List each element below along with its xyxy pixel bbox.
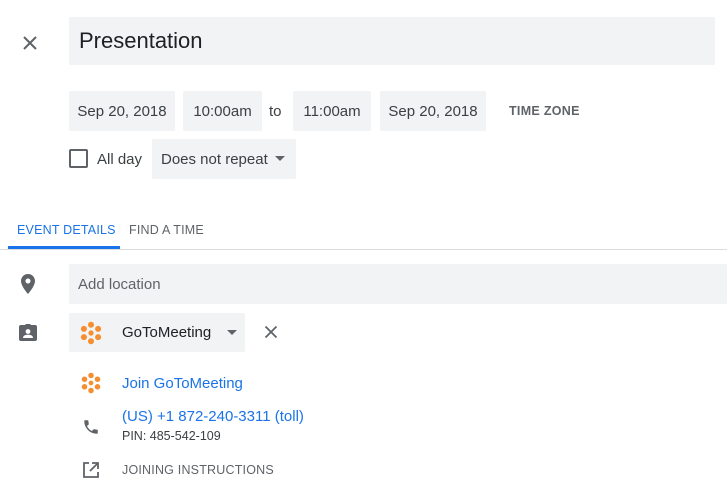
end-time-text: 11:00am xyxy=(303,102,361,120)
close-icon xyxy=(23,36,37,50)
location-input[interactable]: Add location xyxy=(69,264,727,304)
tab-event-details[interactable]: EVENT DETAILS xyxy=(17,212,116,248)
pin-text: PIN: 485-542-109 xyxy=(122,429,221,443)
close-button[interactable] xyxy=(14,27,46,59)
tab-find-a-time[interactable]: FIND A TIME xyxy=(129,212,204,248)
close-icon xyxy=(264,325,278,339)
dropdown-caret-icon xyxy=(227,330,237,335)
event-title-input[interactable]: Presentation xyxy=(69,17,715,65)
contact-card-icon xyxy=(18,323,38,343)
all-day-checkbox[interactable] xyxy=(69,149,88,168)
joining-instructions-button[interactable]: JOINING INSTRUCTIONS xyxy=(122,460,274,480)
time-zone-button[interactable]: TIME ZONE xyxy=(502,91,587,131)
gotomeeting-logo-icon xyxy=(80,372,102,394)
dial-in-phone-link[interactable]: (US) +1 872-240-3311 (toll) xyxy=(122,407,304,427)
remove-conference-button[interactable] xyxy=(259,320,283,344)
all-day-label: All day xyxy=(97,150,143,168)
start-time-button[interactable]: 10:00am xyxy=(183,91,262,131)
start-date-text: Sep 20, 2018 xyxy=(77,102,167,120)
join-meeting-link[interactable]: Join GoToMeeting xyxy=(122,372,243,394)
tab-divider xyxy=(0,249,727,250)
location-pin-icon xyxy=(18,274,38,294)
gotomeeting-logo-icon xyxy=(80,321,102,344)
open-in-new-icon xyxy=(81,460,101,480)
end-time-button[interactable]: 11:00am xyxy=(293,91,371,131)
conference-select[interactable]: GoToMeeting xyxy=(69,313,245,352)
repeat-value: Does not repeat xyxy=(161,150,268,168)
start-date-button[interactable]: Sep 20, 2018 xyxy=(69,91,175,131)
to-label: to xyxy=(269,102,282,120)
phone-icon xyxy=(81,417,101,437)
dropdown-caret-icon xyxy=(275,156,285,161)
location-placeholder: Add location xyxy=(78,275,161,293)
repeat-select[interactable]: Does not repeat xyxy=(152,139,296,179)
end-date-button[interactable]: Sep 20, 2018 xyxy=(380,91,486,131)
conference-provider-name: GoToMeeting xyxy=(122,324,212,341)
event-title-text: Presentation xyxy=(79,28,203,53)
end-date-text: Sep 20, 2018 xyxy=(388,102,478,120)
start-time-text: 10:00am xyxy=(193,102,252,120)
